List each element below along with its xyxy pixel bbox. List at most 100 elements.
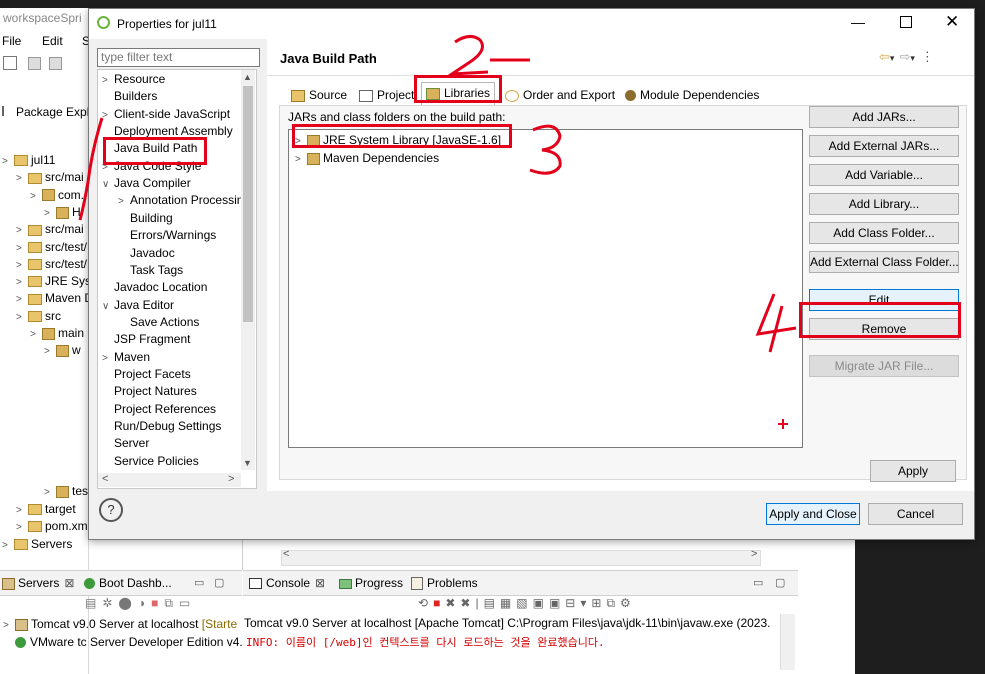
profile-icon[interactable]: ◑ xyxy=(138,596,151,610)
tree-item[interactable]: > com. xyxy=(30,188,84,202)
nav-item[interactable]: Errors/Warnings xyxy=(118,228,216,242)
menu-edit[interactable]: Edit xyxy=(42,34,63,48)
forward-icon[interactable]: ⇨ xyxy=(899,49,910,64)
tab-libraries[interactable]: Libraries xyxy=(421,82,496,106)
tree-item[interactable]: > Maven D xyxy=(16,291,93,305)
close-icon[interactable]: ✕ xyxy=(945,12,959,32)
tab-source[interactable]: Source xyxy=(287,85,351,105)
chevron-right-icon[interactable]: > xyxy=(30,191,42,202)
more-icon[interactable]: ▭ xyxy=(179,596,196,610)
chevron-right-icon[interactable]: > xyxy=(102,353,114,364)
chevron-right-icon[interactable]: > xyxy=(16,522,28,533)
tree-item[interactable]: > w xyxy=(44,343,81,357)
tree-item[interactable]: > src/mai xyxy=(16,170,84,184)
nav-item[interactable]: Server xyxy=(102,436,149,450)
display-console-icon[interactable]: ▾ xyxy=(580,596,591,610)
open-console-icon[interactable]: ⊞ xyxy=(591,596,606,610)
tree-item[interactable]: > JRE Syst xyxy=(16,274,94,288)
show-stderr-icon[interactable]: ▣ xyxy=(549,596,565,610)
disconnect-icon[interactable]: ⟲ xyxy=(418,596,433,610)
nav-item[interactable]: ∨ Java Compiler xyxy=(102,176,191,190)
close-icon[interactable]: ⊠ xyxy=(64,576,74,590)
chevron-right-icon[interactable]: > xyxy=(102,162,114,173)
server-item-tomcat[interactable]: > Tomcat v9.0 Server at localhost [Starte xyxy=(3,617,237,631)
nav-item[interactable]: Javadoc Location xyxy=(102,280,207,294)
nav-item[interactable]: Project Facets xyxy=(102,367,191,381)
chevron-right-icon[interactable]: > xyxy=(30,329,42,340)
chevron-right-icon[interactable]: > xyxy=(16,243,28,254)
chevron-right-icon[interactable]: > xyxy=(2,156,14,167)
nav-item[interactable]: Project Natures xyxy=(102,384,197,398)
maximize-icon[interactable]: ▢ xyxy=(214,576,224,589)
library-jre[interactable]: > JRE System Library [JavaSE-1.6] xyxy=(295,133,501,147)
chevron-right-icon[interactable]: > xyxy=(16,312,28,323)
maximize-icon[interactable] xyxy=(900,16,912,28)
servers-tab[interactable]: Servers ⊠ xyxy=(2,576,74,590)
back-icon[interactable]: ⇦ xyxy=(879,49,890,64)
nav-item[interactable]: Save Actions xyxy=(118,315,199,329)
chevron-down-icon[interactable]: ▼ xyxy=(243,458,252,468)
minimize-icon[interactable]: — xyxy=(851,14,865,30)
add-library-button[interactable]: Add Library... xyxy=(809,193,959,215)
nav-item[interactable]: Project References xyxy=(102,402,216,416)
progress-tab[interactable]: Progress xyxy=(339,576,403,590)
scroll-left-icon[interactable]: < xyxy=(102,473,108,485)
clear-console-icon[interactable]: ▤ xyxy=(484,596,500,610)
maximize-icon[interactable]: ▢ xyxy=(775,576,785,589)
nav-item[interactable]: Builders xyxy=(102,89,157,103)
nav-item[interactable]: Service Policies xyxy=(102,454,199,468)
nav-item[interactable]: > Maven xyxy=(102,350,150,364)
console-tab[interactable]: Console ⊠ xyxy=(249,576,325,590)
chevron-right-icon[interactable]: > xyxy=(16,173,28,184)
migrate-jar-button[interactable]: Migrate JAR File... xyxy=(809,355,959,377)
stop-icon[interactable]: ■ xyxy=(151,596,164,610)
nav-item[interactable]: ∨ Java Editor xyxy=(102,298,174,312)
tree-item[interactable]: > test xyxy=(44,484,91,498)
chevron-right-icon[interactable]: > xyxy=(118,196,130,207)
chevron-right-icon[interactable]: > xyxy=(16,277,28,288)
library-maven[interactable]: > Maven Dependencies xyxy=(295,151,439,165)
boot-dashboard-tab[interactable]: Boot Dashb... xyxy=(84,576,172,590)
start-icon[interactable]: ⬤ xyxy=(118,596,137,610)
tab-module-dependencies[interactable]: Module Dependencies xyxy=(621,85,763,105)
chevron-right-icon[interactable]: > xyxy=(3,620,15,631)
console-scrollbar[interactable] xyxy=(780,614,795,670)
chevron-down-icon[interactable]: ∨ xyxy=(102,179,114,190)
tree-item[interactable]: > H xyxy=(44,205,81,219)
forward-dropdown-icon[interactable]: ▾ xyxy=(910,53,915,63)
apply-button[interactable]: Apply xyxy=(870,460,956,482)
nav-vertical-scrollbar[interactable]: ▲ ▼ xyxy=(241,70,255,470)
chevron-right-icon[interactable]: > xyxy=(295,136,307,147)
scroll-left-icon[interactable]: < xyxy=(283,548,289,560)
chevron-right-icon[interactable]: > xyxy=(102,75,114,86)
word-wrap-icon[interactable]: ▧ xyxy=(516,596,532,610)
package-explorer-tab[interactable]: Package Explo xyxy=(2,105,96,119)
add-external-jars-button[interactable]: Add External JARs... xyxy=(809,135,959,157)
nav-scroll-thumb[interactable] xyxy=(243,86,253,322)
tab-project[interactable]: Project xyxy=(355,85,418,105)
nav-item[interactable]: > Client-side JavaScript xyxy=(102,107,230,121)
remove-button[interactable]: Remove xyxy=(809,318,959,340)
chevron-right-icon[interactable]: > xyxy=(44,346,56,357)
add-variable-button[interactable]: Add Variable... xyxy=(809,164,959,186)
chevron-right-icon[interactable]: > xyxy=(44,487,56,498)
chevron-right-icon[interactable]: > xyxy=(2,540,14,551)
tab-order-export[interactable]: Order and Export xyxy=(501,85,619,105)
new-icon[interactable] xyxy=(3,56,17,70)
nav-item[interactable]: Building xyxy=(118,211,173,225)
minimize-icon[interactable]: ▭ xyxy=(753,576,763,589)
debug-icon[interactable]: ✲ xyxy=(102,596,118,610)
settings-icon[interactable]: ⚙ xyxy=(620,596,636,610)
chevron-right-icon[interactable]: > xyxy=(16,505,28,516)
add-jars-button[interactable]: Add JARs... xyxy=(809,106,959,128)
chevron-right-icon[interactable]: > xyxy=(102,110,114,121)
server-item-vmware[interactable]: VMware tc Server Developer Edition v4. xyxy=(15,635,243,649)
nav-item[interactable]: > Annotation Processin xyxy=(118,193,243,207)
filter-input[interactable]: type filter text xyxy=(97,48,260,67)
save-all-icon[interactable] xyxy=(48,57,62,70)
tree-item[interactable]: > src/test/ xyxy=(16,257,87,271)
tree-item[interactable]: > src/test/ xyxy=(16,240,87,254)
new-server-icon[interactable]: ▤ xyxy=(85,596,102,610)
copy-icon[interactable]: ⧉ xyxy=(606,596,620,610)
help-icon[interactable]: ? xyxy=(99,498,123,522)
